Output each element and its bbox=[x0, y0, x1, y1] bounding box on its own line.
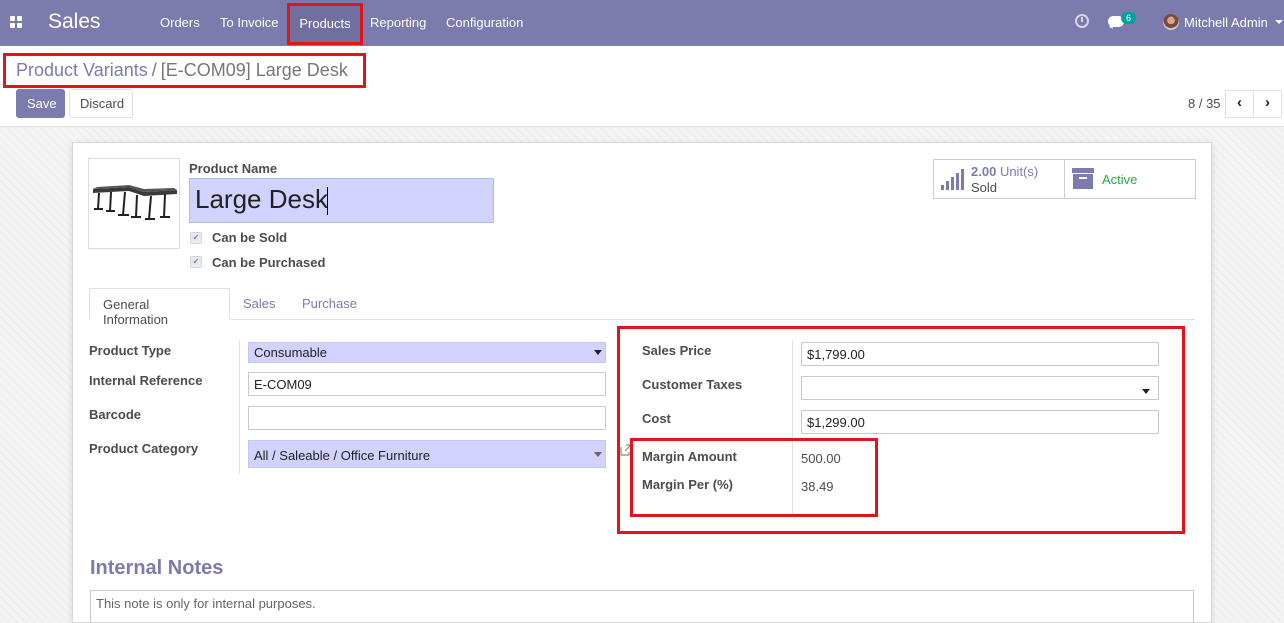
margin-per-value: 38.49 bbox=[801, 479, 834, 494]
app-name[interactable]: Sales bbox=[48, 10, 101, 34]
pager-next-button[interactable]: › bbox=[1253, 90, 1282, 118]
user-name[interactable]: Mitchell Admin bbox=[1184, 15, 1268, 30]
save-button[interactable]: Save bbox=[16, 89, 65, 118]
activity-clock-icon[interactable] bbox=[1075, 14, 1089, 28]
product-name-input[interactable]: Large Desk bbox=[189, 178, 494, 223]
product-type-caret-icon[interactable] bbox=[594, 350, 602, 355]
can-be-sold-checkbox[interactable]: ✔ bbox=[190, 232, 202, 244]
avatar[interactable] bbox=[1163, 14, 1179, 30]
tab-sales[interactable]: Sales bbox=[230, 288, 289, 320]
sales-price-input[interactable]: $1,799.00 bbox=[801, 342, 1159, 366]
menu-to-invoice[interactable]: To Invoice bbox=[220, 15, 279, 30]
breadcrumb-current: [E-COM09] Large Desk bbox=[160, 60, 348, 80]
pager-previous-button[interactable]: ‹ bbox=[1225, 90, 1254, 118]
can-be-sold-label[interactable]: Can be Sold bbox=[212, 230, 287, 245]
customer-taxes-input[interactable] bbox=[801, 376, 1159, 400]
discard-button[interactable]: Discard bbox=[69, 89, 133, 118]
margin-amount-label: Margin Amount bbox=[642, 449, 737, 464]
internal-notes-title: Internal Notes bbox=[90, 557, 224, 579]
active-toggle-button[interactable]: Active bbox=[1064, 159, 1196, 199]
menu-orders[interactable]: Orders bbox=[160, 15, 200, 30]
top-navbar: Sales Orders To Invoice Products Reporti… bbox=[0, 0, 1284, 46]
margin-per-label: Margin Per (%) bbox=[642, 477, 734, 492]
archive-icon bbox=[1072, 168, 1094, 189]
customer-taxes-label: Customer Taxes bbox=[642, 377, 743, 392]
menu-reporting[interactable]: Reporting bbox=[370, 15, 426, 30]
can-be-purchased-label[interactable]: Can be Purchased bbox=[212, 255, 325, 270]
product-category-caret-icon[interactable] bbox=[594, 452, 602, 457]
internal-reference-input[interactable]: E-COM09 bbox=[248, 372, 606, 396]
product-type-select[interactable]: Consumable bbox=[248, 342, 606, 363]
barcode-input[interactable] bbox=[248, 406, 606, 430]
pager-value[interactable]: 8 / 35 bbox=[1188, 96, 1221, 111]
product-type-label: Product Type bbox=[89, 343, 172, 358]
chat-badge: 6 bbox=[1121, 12, 1137, 24]
can-be-purchased-checkbox[interactable]: ✔ bbox=[190, 256, 202, 268]
customer-taxes-caret-icon[interactable] bbox=[1142, 389, 1150, 394]
product-image[interactable] bbox=[88, 158, 180, 249]
breadcrumb: Product Variants / [E-COM09] Large Desk bbox=[16, 60, 348, 81]
barcode-label: Barcode bbox=[89, 407, 142, 422]
left-group-separator bbox=[239, 340, 240, 474]
tab-purchase[interactable]: Purchase bbox=[289, 288, 370, 320]
breadcrumb-separator: / bbox=[151, 60, 157, 80]
product-category-label: Product Category bbox=[89, 441, 199, 456]
menu-products[interactable]: Products bbox=[287, 3, 363, 45]
desk-image-icon bbox=[93, 185, 177, 220]
tab-general-information[interactable]: General Information bbox=[89, 288, 230, 327]
product-name-label: Product Name bbox=[189, 161, 278, 176]
sold-value: 2.00 Unit(s) bbox=[971, 164, 1039, 179]
internal-reference-label: Internal Reference bbox=[89, 373, 203, 388]
product-category-select[interactable]: All / Saleable / Office Furniture bbox=[248, 440, 606, 468]
breadcrumb-parent[interactable]: Product Variants bbox=[16, 60, 148, 80]
apps-menu-icon[interactable] bbox=[10, 16, 23, 29]
active-label: Active bbox=[1102, 172, 1138, 187]
internal-notes-textarea[interactable]: This note is only for internal purposes. bbox=[90, 590, 1194, 623]
sold-label: Sold bbox=[971, 180, 998, 195]
cost-input[interactable]: $1,299.00 bbox=[801, 410, 1159, 434]
menu-configuration[interactable]: Configuration bbox=[446, 15, 523, 30]
margin-amount-value: 500.00 bbox=[801, 451, 841, 466]
sales-price-label: Sales Price bbox=[642, 343, 712, 358]
bar-chart-icon bbox=[941, 168, 967, 190]
cost-label: Cost bbox=[642, 411, 671, 426]
sold-smart-button[interactable]: 2.00 Unit(s) Sold bbox=[933, 159, 1065, 199]
user-menu-caret-icon[interactable] bbox=[1275, 20, 1283, 24]
